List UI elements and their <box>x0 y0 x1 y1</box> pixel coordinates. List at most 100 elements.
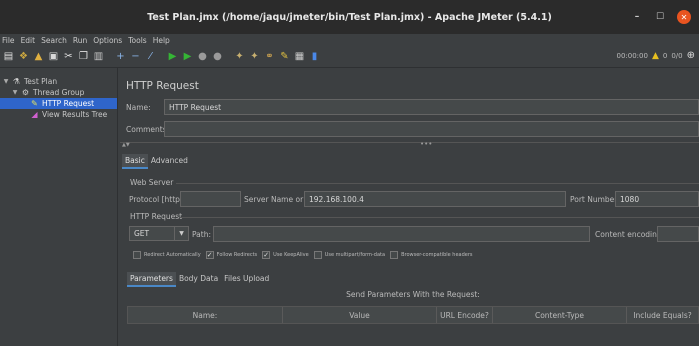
protocol-field[interactable] <box>180 191 241 207</box>
chevron-down-icon[interactable]: ▼ <box>12 89 18 96</box>
panel-splitter[interactable]: ▲▼ ••• <box>120 140 699 148</box>
cut-icon[interactable]: ✂ <box>62 50 75 64</box>
protocol-label: Protocol [http]: <box>129 195 186 204</box>
http-request-panel: HTTP Request Name: HTTP Request Comments… <box>120 68 699 346</box>
save-icon[interactable]: ▣ <box>47 50 60 64</box>
warning-icon[interactable]: ▲ <box>652 51 659 61</box>
port-label: Port Number: <box>570 195 620 204</box>
menu-run[interactable]: Run <box>73 36 87 45</box>
checkbox-multipart[interactable]: Use multipart/form-data <box>313 251 386 259</box>
checkbox-browser-compatible[interactable]: Browser-compatible headers <box>390 251 473 259</box>
name-field[interactable]: HTTP Request <box>164 99 699 115</box>
checkbox-label: Redirect Automatically <box>144 252 201 258</box>
checkbox-label: Use multipart/form-data <box>324 252 386 258</box>
config-tabs: Basic Advanced <box>122 154 191 169</box>
param-tabs: Parameters Body Data Files Upload <box>127 272 272 287</box>
thread-group-icon: ⚙ <box>21 88 30 97</box>
splitter-arrows-icon[interactable]: ▲▼ <box>122 143 130 148</box>
thread-count: 0/0 <box>671 51 683 60</box>
port-field[interactable]: 1080 <box>615 191 699 207</box>
maximize-icon[interactable]: ☐ <box>654 11 666 23</box>
column-header-name[interactable]: Name: <box>128 307 283 323</box>
menu-edit[interactable]: Edit <box>21 36 36 45</box>
tree-item-label: Thread Group <box>33 88 85 97</box>
tree-item-test-plan[interactable]: ▼ ⚗ Test Plan <box>0 76 117 87</box>
path-field[interactable] <box>213 226 590 242</box>
start-no-pauses-icon[interactable]: ▶ <box>181 50 194 64</box>
checkbox-empty-icon[interactable] <box>133 251 141 259</box>
paste-icon[interactable]: ▥ <box>92 50 105 64</box>
elapsed-timer: 00:00:00 <box>616 51 648 60</box>
group-divider <box>176 183 699 184</box>
checkmark-icon[interactable]: ✓ <box>205 251 214 259</box>
stop-icon[interactable]: ● <box>196 50 209 64</box>
checkbox-label: Browser-compatible headers <box>401 252 473 258</box>
splitter-grip-icon[interactable]: ••• <box>420 140 432 148</box>
menu-search[interactable]: Search <box>41 36 67 45</box>
tab-body-data[interactable]: Body Data <box>176 272 221 287</box>
chevron-down-icon[interactable]: ▼ <box>3 78 9 85</box>
method-value: GET <box>134 229 150 238</box>
status-area: 00:00:00 ▲ 0 0/0 ⊕ <box>617 50 696 61</box>
column-header-value[interactable]: Value <box>283 307 437 323</box>
column-header-content-type[interactable]: Content-Type <box>493 307 627 323</box>
encoding-label: Content encoding: <box>595 230 665 239</box>
menu-options[interactable]: Options <box>93 36 122 45</box>
new-icon[interactable]: ▤ <box>2 50 15 64</box>
window-title: Test Plan.jmx (/home/jaqu/jmeter/bin/Tes… <box>147 11 552 23</box>
checkbox-empty-icon[interactable] <box>390 251 399 259</box>
tree-item-label: Test Plan <box>24 77 58 86</box>
test-plan-icon: ⚗ <box>12 77 21 86</box>
tab-advanced[interactable]: Advanced <box>148 154 191 169</box>
tree-item-view-results-tree[interactable]: ◢ View Results Tree <box>0 109 117 120</box>
chevron-down-icon[interactable]: ▼ <box>174 227 188 240</box>
reset-search-icon[interactable]: ✎ <box>278 50 291 64</box>
encoding-field[interactable] <box>657 226 699 242</box>
tree-item-http-request[interactable]: ✎ HTTP Request <box>0 98 117 109</box>
checkbox-use-keepalive[interactable]: ✓ Use KeepAlive <box>262 251 309 259</box>
checkmark-icon[interactable]: ✓ <box>262 251 271 259</box>
params-table-body[interactable] <box>127 324 699 346</box>
clear-icon[interactable]: ✦ <box>233 50 246 64</box>
tab-parameters[interactable]: Parameters <box>127 272 176 287</box>
close-icon[interactable]: ✕ <box>677 10 691 24</box>
menu-file[interactable]: File <box>2 36 15 45</box>
checkbox-empty-icon[interactable] <box>313 251 322 259</box>
test-plan-tree: ▼ ⚗ Test Plan ▼ ⚙ Thread Group ✎ HTTP Re… <box>0 68 118 346</box>
toggle-icon[interactable]: ⁄ <box>144 50 157 64</box>
tab-files-upload[interactable]: Files Upload <box>221 272 272 287</box>
window-controls: – ☐ ✕ <box>631 10 691 24</box>
checkbox-follow-redirects[interactable]: ✓ Follow Redirects <box>205 251 258 259</box>
server-field[interactable]: 192.168.100.4 <box>304 191 566 207</box>
menu-tools[interactable]: Tools <box>128 36 146 45</box>
column-header-url-encode[interactable]: URL Encode? <box>437 307 493 323</box>
help-icon[interactable]: ▮ <box>308 50 321 64</box>
start-icon[interactable]: ▶ <box>166 50 179 64</box>
expand-icon[interactable]: + <box>114 50 127 64</box>
function-helper-icon[interactable]: ▦ <box>293 50 306 64</box>
shutdown-icon[interactable]: ● <box>211 50 224 64</box>
method-select[interactable]: GET ▼ <box>129 226 189 241</box>
column-header-include-equals[interactable]: Include Equals? <box>627 307 698 323</box>
comments-field[interactable] <box>164 121 699 137</box>
menu-help[interactable]: Help <box>153 36 170 45</box>
checkbox-redirect-automatically[interactable]: Redirect Automatically <box>133 251 201 259</box>
clear-all-icon[interactable]: ✦ <box>248 50 261 64</box>
remote-status-icon[interactable]: ⊕ <box>687 50 695 61</box>
open-icon[interactable]: ▲ <box>32 50 45 64</box>
checkbox-label: Follow Redirects <box>216 252 258 258</box>
warning-count: 0 <box>662 51 668 60</box>
collapse-icon[interactable]: − <box>129 50 142 64</box>
menu-bar: File Edit Search Run Options Tools Help <box>0 34 699 46</box>
tree-item-thread-group[interactable]: ▼ ⚙ Thread Group <box>0 87 117 98</box>
search-icon[interactable]: ⚭ <box>263 50 276 64</box>
path-label: Path: <box>192 230 212 239</box>
tab-basic[interactable]: Basic <box>122 154 148 169</box>
templates-icon[interactable]: ❖ <box>17 50 30 64</box>
minimize-icon[interactable]: – <box>631 11 643 23</box>
comments-label: Comments: <box>126 125 170 134</box>
params-table-header: Name: Value URL Encode? Content-Type Inc… <box>127 306 699 324</box>
toolbar: ▤ ❖ ▲ ▣ ✂ ❐ ▥ + − ⁄ ▶ ▶ ● ● ✦ ✦ ⚭ ✎ ▦ ▮ … <box>0 46 699 68</box>
copy-icon[interactable]: ❐ <box>77 50 90 64</box>
http-request-legend: HTTP Request <box>130 212 183 221</box>
